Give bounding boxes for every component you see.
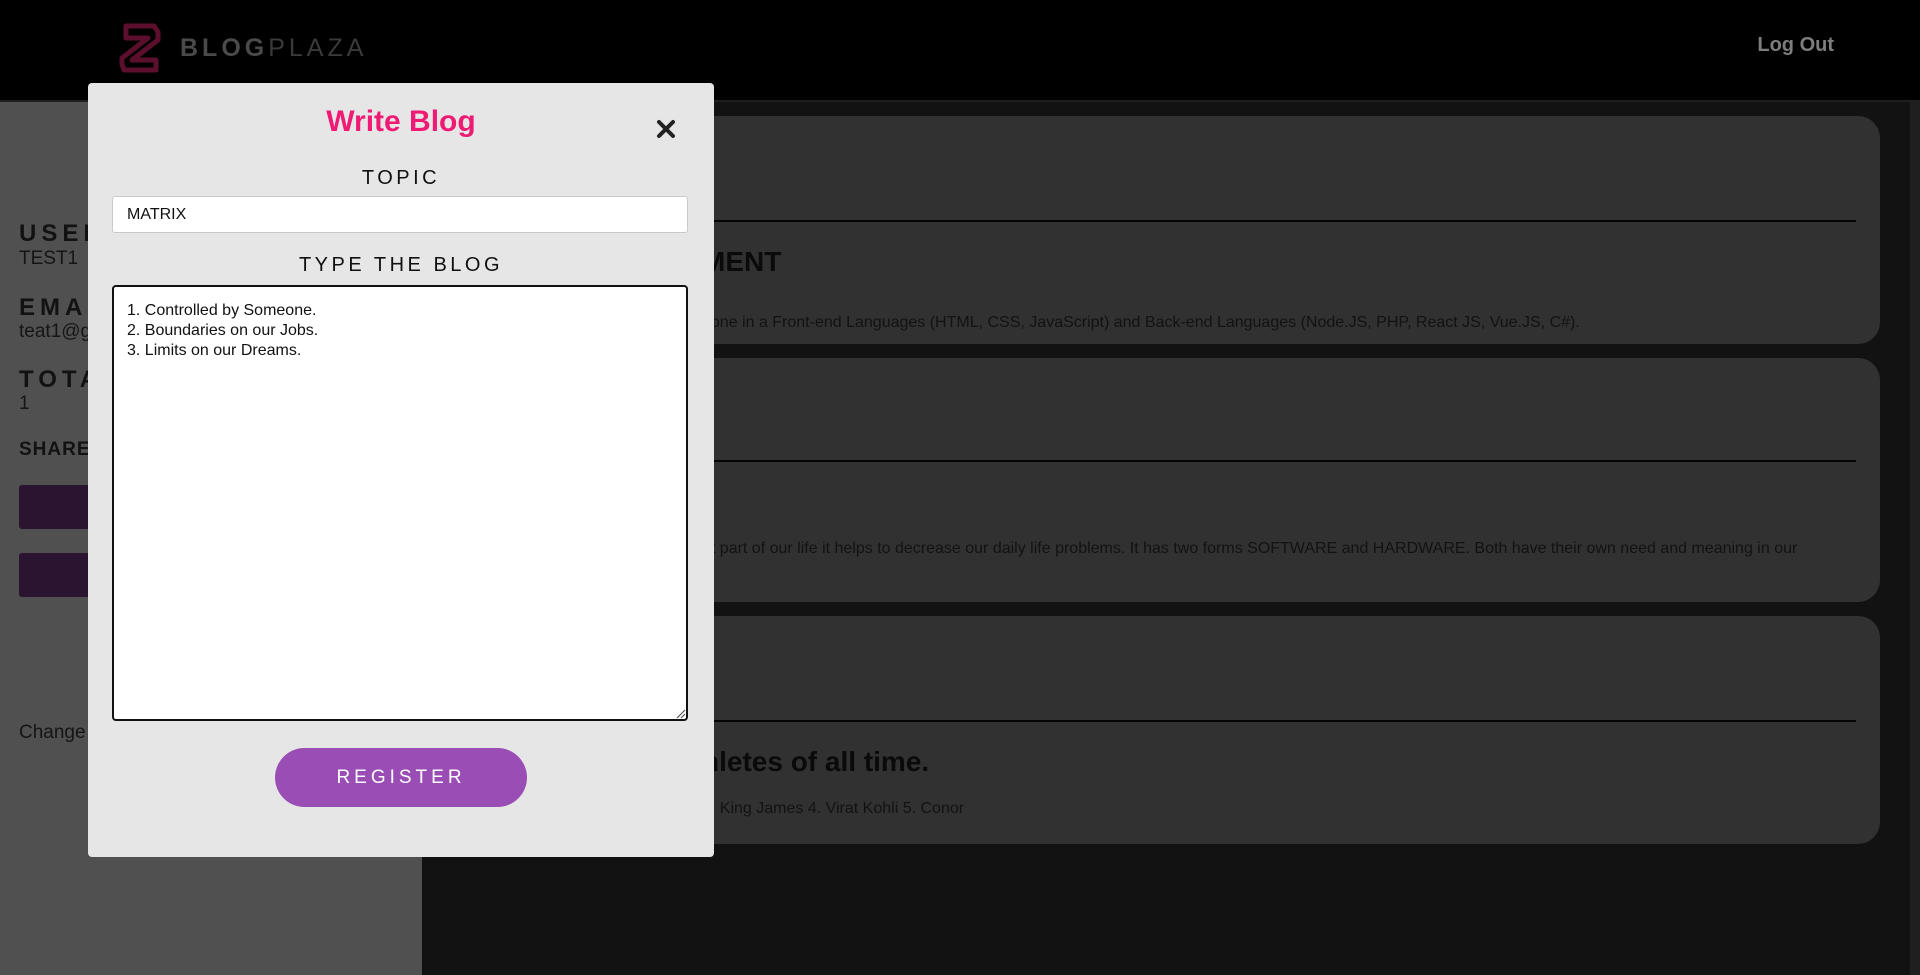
username-value: TEST1 bbox=[19, 248, 79, 269]
post-text: 3. King James 4. Virat Kohli 5. Conor bbox=[702, 800, 965, 817]
brand-name-part2: PLAZA bbox=[268, 33, 368, 62]
brand-name: BLOGPLAZA bbox=[180, 34, 367, 63]
post-title: hletes of all time. bbox=[702, 746, 930, 777]
logout-link[interactable]: Log Out bbox=[1757, 34, 1834, 57]
topic-input[interactable] bbox=[112, 196, 688, 233]
close-icon[interactable] bbox=[652, 115, 680, 143]
share-label: SHARE bbox=[19, 439, 91, 460]
brand-logo[interactable]: BLOGPLAZA bbox=[118, 22, 367, 74]
blog-textarea[interactable]: 1. Controlled by Someone. 2. Boundaries … bbox=[112, 285, 688, 721]
register-button[interactable]: REGISTER bbox=[275, 748, 527, 807]
topic-label: TOPIC bbox=[361, 167, 441, 189]
brand-name-part1: BLOG bbox=[180, 33, 269, 62]
email-value: teat1@g bbox=[19, 321, 92, 342]
modal-title: Write Blog bbox=[326, 105, 476, 138]
post-text: nt part of our life it helps to decrease… bbox=[702, 540, 1798, 557]
change-link[interactable]: Change bbox=[19, 722, 86, 744]
total-value: 1 bbox=[19, 393, 30, 414]
email-label: EMAI bbox=[19, 294, 99, 321]
resize-grip-icon[interactable] bbox=[674, 707, 686, 719]
logo-icon bbox=[119, 23, 161, 73]
write-blog-modal: Write Blog TOPIC TYPE THE BLOG 1. Contro… bbox=[88, 83, 714, 857]
blog-label: TYPE THE BLOG bbox=[298, 254, 504, 276]
post-text: done in a Front-end Languages (HTML, CSS… bbox=[702, 314, 1580, 331]
